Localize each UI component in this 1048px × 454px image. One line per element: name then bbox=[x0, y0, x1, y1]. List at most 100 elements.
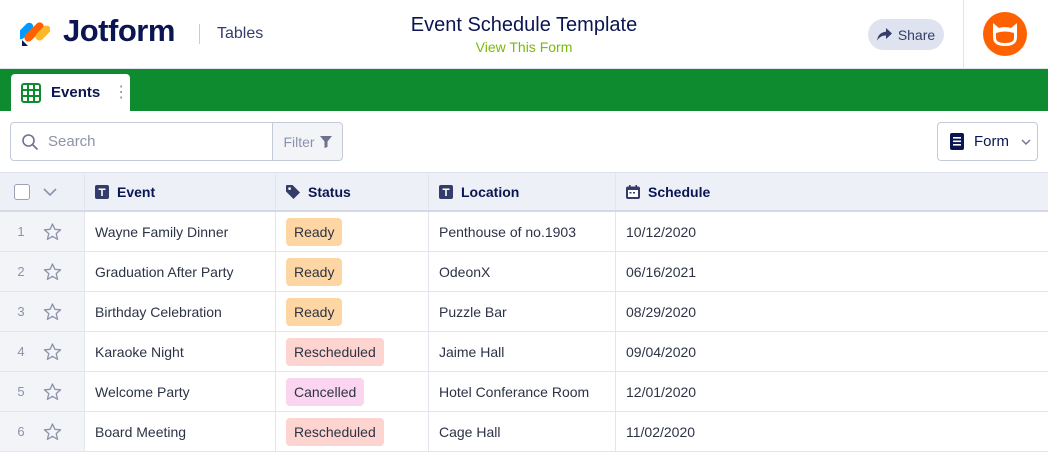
select-all-checkbox[interactable] bbox=[14, 183, 30, 200]
tab-events[interactable]: Events ⋮ bbox=[11, 74, 130, 111]
header-select-cell bbox=[0, 173, 85, 210]
status-badge: Ready bbox=[286, 257, 343, 286]
location-name: OdeonX bbox=[439, 263, 491, 280]
cell-event[interactable]: Board Meeting bbox=[85, 412, 276, 451]
column-header-label: Location bbox=[461, 183, 520, 200]
tab-more-options-icon[interactable]: ⋮ bbox=[113, 84, 129, 101]
cell-schedule[interactable]: 06/16/2021 bbox=[616, 252, 1048, 291]
star-icon[interactable] bbox=[43, 262, 62, 281]
cell-schedule[interactable]: 11/02/2020 bbox=[616, 412, 1048, 451]
cell-status[interactable]: Ready bbox=[276, 292, 429, 331]
table-row[interactable]: 4 Karaoke Night Rescheduled Jaime Hall 0… bbox=[0, 332, 1048, 372]
filter-button[interactable]: Filter bbox=[272, 122, 343, 161]
schedule-date: 09/04/2020 bbox=[626, 343, 697, 360]
row-number: 4 bbox=[17, 344, 25, 359]
cell-schedule[interactable]: 12/01/2020 bbox=[616, 372, 1048, 411]
cell-status[interactable]: Cancelled bbox=[276, 372, 429, 411]
table-row[interactable]: 2 Graduation After Party Ready OdeonX 06… bbox=[0, 252, 1048, 292]
share-button[interactable]: Share bbox=[868, 19, 944, 50]
schedule-date: 06/16/2021 bbox=[626, 263, 697, 280]
star-icon[interactable] bbox=[43, 382, 62, 401]
status-badge: Ready bbox=[286, 217, 343, 246]
column-header-schedule[interactable]: Schedule bbox=[616, 173, 1048, 210]
star-icon[interactable] bbox=[43, 342, 62, 361]
cell-event[interactable]: Wayne Family Dinner bbox=[85, 212, 276, 251]
location-name: Puzzle Bar bbox=[439, 303, 507, 320]
table-row[interactable]: 5 Welcome Party Cancelled Hotel Conferan… bbox=[0, 372, 1048, 412]
row-number: 2 bbox=[17, 264, 25, 279]
calendar-icon bbox=[626, 184, 640, 199]
location-name: Hotel Conferance Room bbox=[439, 383, 590, 400]
row-number: 1 bbox=[17, 224, 25, 239]
text-type-icon bbox=[95, 184, 109, 199]
tab-events-label: Events bbox=[51, 84, 101, 101]
cell-event[interactable]: Graduation After Party bbox=[85, 252, 276, 291]
row-number: 6 bbox=[17, 424, 25, 439]
cell-location[interactable]: OdeonX bbox=[429, 252, 616, 291]
cell-event[interactable]: Birthday Celebration bbox=[85, 292, 276, 331]
schedule-date: 11/02/2020 bbox=[626, 423, 696, 440]
row-number: 5 bbox=[17, 384, 25, 399]
table-header-row: Event Status Location Schedule bbox=[0, 172, 1048, 212]
event-name: Board Meeting bbox=[95, 423, 187, 440]
form-view-button[interactable]: Form bbox=[937, 122, 1038, 161]
cell-status[interactable]: Rescheduled bbox=[276, 332, 429, 371]
table-row[interactable]: 1 Wayne Family Dinner Ready Penthouse of… bbox=[0, 212, 1048, 252]
column-header-location[interactable]: Location bbox=[429, 173, 616, 210]
cell-status[interactable]: Ready bbox=[276, 252, 429, 291]
jotform-logo-icon[interactable] bbox=[20, 16, 50, 48]
row-control-cell: 5 bbox=[0, 372, 85, 411]
column-header-label: Schedule bbox=[648, 183, 711, 200]
filter-button-label: Filter bbox=[283, 133, 315, 150]
cell-schedule[interactable]: 09/04/2020 bbox=[616, 332, 1048, 371]
location-name: Jaime Hall bbox=[439, 343, 505, 360]
table-row[interactable]: 3 Birthday Celebration Ready Puzzle Bar … bbox=[0, 292, 1048, 332]
cell-location[interactable]: Jaime Hall bbox=[429, 332, 616, 371]
star-icon[interactable] bbox=[43, 302, 62, 321]
column-header-event[interactable]: Event bbox=[85, 173, 276, 210]
tab-bar: Events ⋮ bbox=[0, 69, 1048, 111]
search-box bbox=[10, 122, 273, 161]
search-icon bbox=[22, 133, 38, 150]
column-header-label: Status bbox=[308, 183, 351, 200]
product-section-label[interactable]: Tables bbox=[217, 25, 263, 43]
table-body: 1 Wayne Family Dinner Ready Penthouse of… bbox=[0, 212, 1048, 452]
cell-location[interactable]: Hotel Conferance Room bbox=[429, 372, 616, 411]
cell-location[interactable]: Cage Hall bbox=[429, 412, 616, 451]
data-table: Event Status Location Schedule 1 Wayne F… bbox=[0, 172, 1048, 452]
row-number: 3 bbox=[17, 304, 25, 319]
cell-event[interactable]: Welcome Party bbox=[85, 372, 276, 411]
chevron-down-icon bbox=[1021, 139, 1031, 145]
table-row[interactable]: 6 Board Meeting Rescheduled Cage Hall 11… bbox=[0, 412, 1048, 452]
avatar[interactable] bbox=[983, 12, 1027, 56]
form-title-group: Event Schedule Template View This Form bbox=[344, 14, 704, 55]
event-name: Welcome Party bbox=[95, 383, 190, 400]
star-icon[interactable] bbox=[43, 422, 62, 441]
cell-location[interactable]: Penthouse of no.1903 bbox=[429, 212, 616, 251]
schedule-date: 12/01/2020 bbox=[626, 383, 697, 400]
event-name: Karaoke Night bbox=[95, 343, 184, 360]
status-badge: Ready bbox=[286, 297, 343, 326]
status-badge: Rescheduled bbox=[286, 417, 384, 446]
view-form-link[interactable]: View This Form bbox=[344, 39, 704, 55]
cell-location[interactable]: Puzzle Bar bbox=[429, 292, 616, 331]
brand-name[interactable]: Jotform bbox=[63, 13, 175, 49]
schedule-date: 08/29/2020 bbox=[626, 303, 697, 320]
search-input[interactable] bbox=[48, 133, 248, 150]
row-control-cell: 2 bbox=[0, 252, 85, 291]
cell-status[interactable]: Ready bbox=[276, 212, 429, 251]
location-name: Penthouse of no.1903 bbox=[439, 223, 577, 240]
star-icon[interactable] bbox=[43, 222, 62, 241]
location-name: Cage Hall bbox=[439, 423, 501, 440]
cell-status[interactable]: Rescheduled bbox=[276, 412, 429, 451]
column-header-status[interactable]: Status bbox=[276, 173, 429, 210]
cell-schedule[interactable]: 10/12/2020 bbox=[616, 212, 1048, 251]
status-badge: Rescheduled bbox=[286, 337, 384, 366]
chevron-down-icon[interactable] bbox=[43, 187, 57, 196]
form-view-label: Form bbox=[974, 133, 1009, 150]
form-document-icon bbox=[950, 133, 964, 150]
cell-schedule[interactable]: 08/29/2020 bbox=[616, 292, 1048, 331]
cell-event[interactable]: Karaoke Night bbox=[85, 332, 276, 371]
row-control-cell: 6 bbox=[0, 412, 85, 451]
schedule-date: 10/12/2020 bbox=[626, 223, 697, 240]
